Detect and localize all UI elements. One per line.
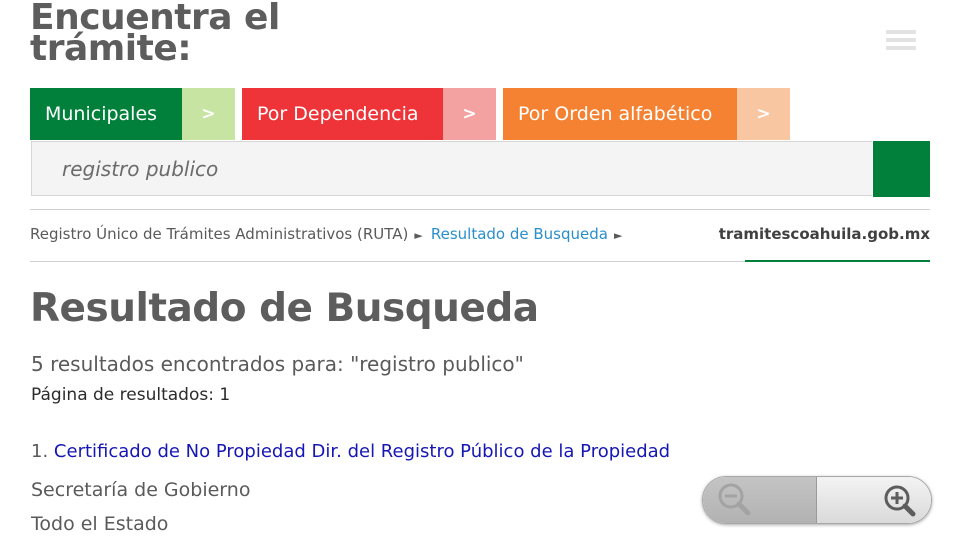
page-heading: Encuentra el trámite: <box>30 0 280 69</box>
breadcrumb: Registro Único de Trámites Administrativ… <box>30 225 630 243</box>
tab-por-dependencia-label: Por Dependencia <box>242 88 443 140</box>
divider-bottom <box>30 261 745 262</box>
result-area: Todo el Estado <box>31 513 169 535</box>
search-button[interactable] <box>873 141 930 197</box>
tab-municipales-label: Municipales <box>30 88 182 140</box>
search-box <box>31 141 872 196</box>
breadcrumb-separator-icon: ► <box>613 229 623 242</box>
tab-por-dependencia[interactable]: Por Dependencia > <box>242 88 496 140</box>
site-domain: tramitescoahuila.gob.mx <box>718 225 930 243</box>
filter-tabs: Municipales > Por Dependencia > Por Orde… <box>30 88 790 140</box>
search-input[interactable] <box>32 142 872 195</box>
zoom-control <box>702 476 932 524</box>
tab-municipales-arrow-icon[interactable]: > <box>182 88 235 140</box>
breadcrumb-item-resultado[interactable]: Resultado de Busqueda <box>431 225 608 243</box>
results-page-info: Página de resultados: 1 <box>31 385 231 405</box>
tab-por-orden-alfabetico[interactable]: Por Orden alfabético > <box>503 88 790 140</box>
zoom-out-button[interactable] <box>703 477 817 523</box>
result-dependency: Secretaría de Gobierno <box>31 479 251 501</box>
zoom-out-icon <box>718 483 751 516</box>
breadcrumb-separator-icon: ► <box>414 229 423 242</box>
hamburger-menu-icon[interactable] <box>886 30 916 54</box>
result-item: 1. Certificado de No Propiedad Dir. del … <box>31 441 670 462</box>
tab-por-dependencia-arrow-icon[interactable]: > <box>443 88 496 140</box>
result-link[interactable]: Certificado de No Propiedad Dir. del Reg… <box>54 441 670 462</box>
results-count: 5 resultados encontrados para: "registro… <box>31 352 524 376</box>
page-title: Resultado de Busqueda <box>30 286 539 331</box>
zoom-in-button[interactable] <box>817 477 931 523</box>
result-number: 1. <box>31 441 49 462</box>
tab-por-orden-alfabetico-label: Por Orden alfabético <box>503 88 737 140</box>
divider-top <box>30 209 930 210</box>
site-underline <box>745 260 930 262</box>
tab-por-orden-alfabetico-arrow-icon[interactable]: > <box>737 88 790 140</box>
zoom-in-icon <box>884 485 916 517</box>
breadcrumb-item-ruta[interactable]: Registro Único de Trámites Administrativ… <box>30 225 408 243</box>
tab-municipales[interactable]: Municipales > <box>30 88 235 140</box>
